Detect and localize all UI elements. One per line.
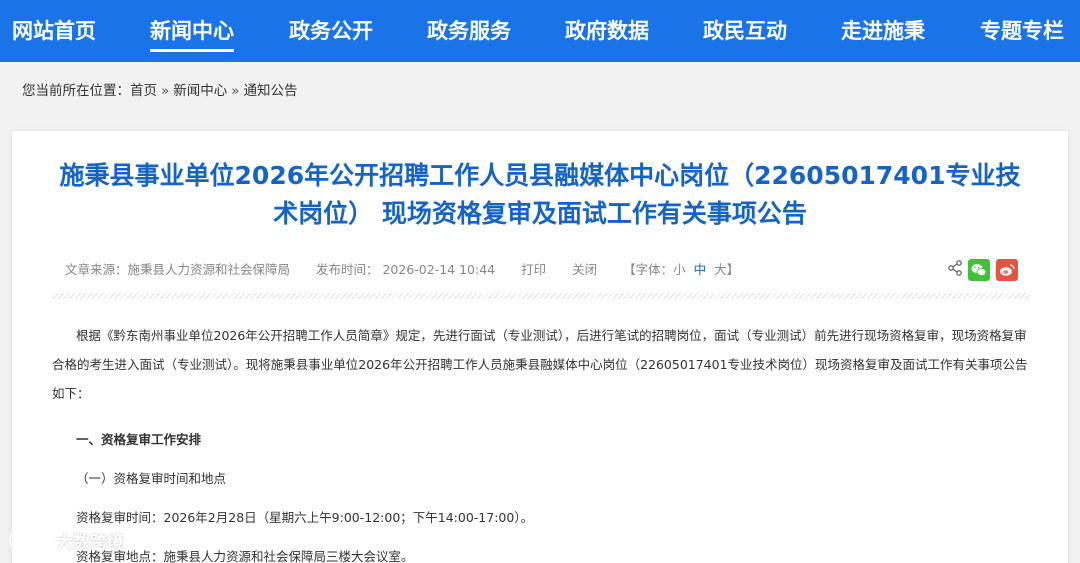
nav-item-topics[interactable]: 专题专栏 xyxy=(980,0,1064,62)
font-size-small[interactable]: 小 xyxy=(673,262,686,277)
font-size-large[interactable]: 大】 xyxy=(714,262,739,277)
nav-item-gov-data[interactable]: 政府数据 xyxy=(565,0,649,62)
article-title: 施秉县事业单位2026年公开招聘工作人员县融媒体中心岗位（22605017401… xyxy=(59,161,1021,228)
watermark-logo-icon xyxy=(9,529,49,551)
font-size-prefix: 【字体： xyxy=(623,262,674,277)
article-publish-time: 发布时间： 2026-02-14 10:44 xyxy=(316,262,496,277)
breadcrumb-news[interactable]: 新闻中心 xyxy=(173,83,227,99)
title-divider xyxy=(52,293,1030,299)
font-size-medium[interactable]: 中 xyxy=(694,262,707,277)
share-icon[interactable] xyxy=(948,260,962,280)
nav-item-about[interactable]: 走进施秉 xyxy=(841,0,925,62)
paragraph-intro: 根据《黔东南州事业单位2026年公开招聘工作人员简章》规定，先进行面试（专业测试… xyxy=(52,328,1028,401)
watermark: 大数跨境 xyxy=(8,526,124,554)
nav-item-interaction[interactable]: 政民互动 xyxy=(703,0,787,62)
article-meta: 文章来源：施秉县人力资源和社会保障局 发布时间： 2026-02-14 10:4… xyxy=(65,259,739,278)
nav-item-gov-open[interactable]: 政务公开 xyxy=(289,0,373,62)
breadcrumb: 您当前所在位置：首页» 新闻中心» 通知公告 xyxy=(22,79,298,99)
share-bar xyxy=(948,259,1018,281)
article-card: 施秉县事业单位2026年公开招聘工作人员县融媒体中心岗位（22605017401… xyxy=(12,131,1068,563)
watermark-text: 大数跨境 xyxy=(56,532,124,553)
subsection-heading: （一）资格复审时间和地点 xyxy=(76,471,227,486)
section-heading: 一、资格复审工作安排 xyxy=(76,432,202,447)
paragraph-place: 资格复审地点：施秉县人力资源和社会保障局三楼大会议室。 xyxy=(76,549,414,563)
close-link[interactable]: 关闭 xyxy=(572,262,597,277)
breadcrumb-prefix: 您当前所在位置： xyxy=(22,83,130,99)
article-source: 文章来源：施秉县人力资源和社会保障局 xyxy=(65,262,291,277)
weibo-icon[interactable] xyxy=(996,259,1018,281)
breadcrumb-separator: » xyxy=(231,83,240,99)
wechat-icon[interactable] xyxy=(968,259,990,281)
top-nav: 网站首页 新闻中心 政务公开 政务服务 政府数据 政民互动 走进施秉 专题专栏 xyxy=(0,0,1080,62)
paragraph-time: 资格复审时间：2026年2月28日（星期六上午9:00-12:00；下午14:0… xyxy=(76,510,534,525)
breadcrumb-bar: 您当前所在位置：首页» 新闻中心» 通知公告 xyxy=(0,62,1080,114)
nav-item-home[interactable]: 网站首页 xyxy=(12,0,96,62)
breadcrumb-separator: » xyxy=(161,83,170,99)
print-link[interactable]: 打印 xyxy=(521,262,546,277)
nav-item-gov-service[interactable]: 政务服务 xyxy=(427,0,511,62)
article-body: 根据《黔东南州事业单位2026年公开招聘工作人员简章》规定，先进行面试（专业测试… xyxy=(52,321,1032,563)
breadcrumb-home[interactable]: 首页 xyxy=(130,83,157,99)
nav-item-news[interactable]: 新闻中心 xyxy=(150,0,234,62)
breadcrumb-notice[interactable]: 通知公告 xyxy=(244,83,298,99)
